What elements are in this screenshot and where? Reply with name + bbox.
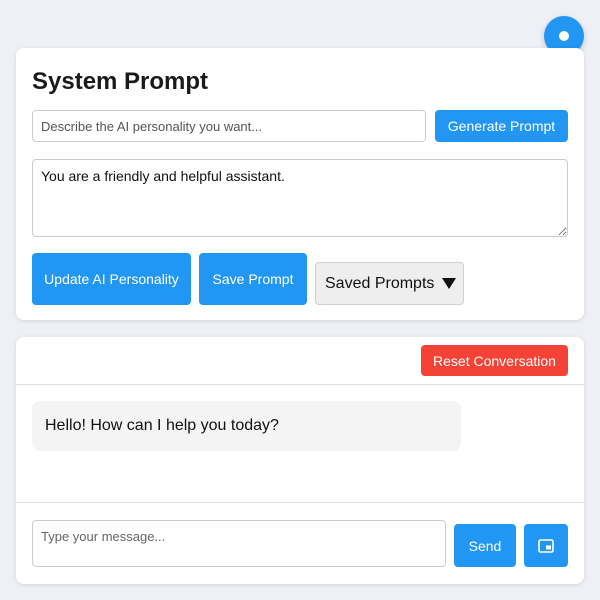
update-ai-personality-button[interactable]: Update AI Personality — [32, 253, 191, 305]
send-button[interactable]: Send — [454, 524, 516, 567]
image-icon — [538, 538, 554, 553]
reset-conversation-button[interactable]: Reset Conversation — [421, 345, 568, 376]
saved-prompts-dropdown[interactable]: Saved Prompts — [315, 262, 464, 305]
chat-panel: Reset Conversation Hello! How can I help… — [16, 337, 584, 584]
assistant-message-bubble: Hello! How can I help you today? — [32, 401, 461, 451]
system-prompt-textarea[interactable]: You are a friendly and helpful assistant… — [32, 159, 568, 237]
settings-toggle-icon — [559, 31, 569, 41]
caret-down-icon — [442, 278, 457, 289]
system-prompt-panel: System Prompt Generate Prompt You are a … — [16, 48, 584, 320]
generate-prompt-button[interactable]: Generate Prompt — [435, 110, 568, 142]
message-list: Hello! How can I help you today? — [16, 385, 584, 503]
attach-image-button[interactable] — [524, 524, 568, 567]
message-input[interactable] — [32, 520, 446, 567]
save-prompt-button[interactable]: Save Prompt — [199, 253, 307, 305]
message-text: Hello! How can I help you today? — [45, 417, 279, 434]
page-title: System Prompt — [32, 68, 209, 95]
saved-prompts-label: Saved Prompts — [325, 274, 435, 292]
chat-header: Reset Conversation — [16, 337, 584, 385]
personality-description-input[interactable] — [32, 110, 426, 142]
